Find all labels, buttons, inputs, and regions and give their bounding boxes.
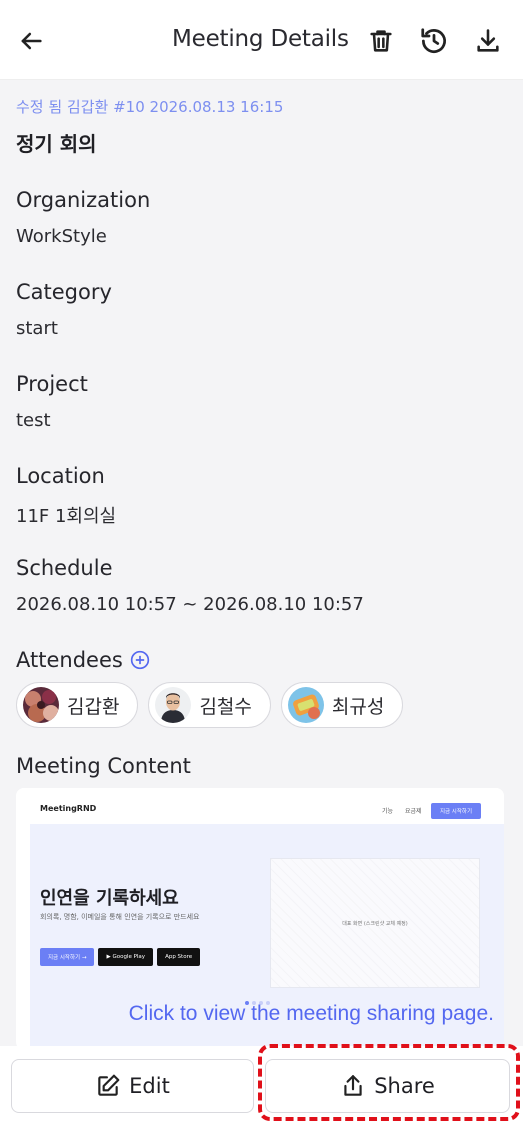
footer-actions: Edit Share <box>0 1046 523 1125</box>
view-sharing-page-link[interactable]: Click to view the meeting sharing page. <box>16 1002 504 1026</box>
schedule-value: 2026.08.10 10:57 ~ 2026.08.10 10:57 <box>16 594 364 615</box>
schedule-label: Schedule <box>16 556 113 580</box>
project-value: test <box>16 410 51 431</box>
organization-label: Organization <box>16 188 151 212</box>
preview-subtext: 회의록, 명함, 이메일을 통해 인연을 기록으로 만드세요 <box>40 913 200 921</box>
history-icon <box>421 28 446 53</box>
preview-google-play-button: ▶ Google Play <box>98 948 154 966</box>
attendee-name: 최규성 <box>331 695 385 718</box>
share-icon <box>344 1075 362 1096</box>
preview-logo: MeetingRND <box>40 804 97 813</box>
download-button[interactable] <box>471 24 505 58</box>
preview-nav-button: 지금 시작하기 <box>431 803 481 819</box>
share-button-label: Share <box>374 1074 435 1098</box>
preview-app-store-button: App Store <box>157 948 201 966</box>
project-label: Project <box>16 372 88 396</box>
location-value: 11F 1회의실 <box>16 506 117 527</box>
pencil-edit-icon <box>98 1074 120 1096</box>
organization-value: WorkStyle <box>16 226 107 247</box>
arrow-left-icon <box>21 32 42 50</box>
attendee-name: 김갑환 <box>67 695 120 718</box>
attendee-list: 김갑환 김철수 최규성 <box>16 682 404 728</box>
preview-headline: 인연을 기록하세요 <box>40 888 179 909</box>
edit-button-label: Edit <box>129 1074 170 1098</box>
preview-nav: MeetingRND 기능 요금제 지금 시작하기 <box>16 788 504 824</box>
avatar <box>23 687 59 723</box>
meeting-content-preview[interactable]: MeetingRND 기능 요금제 지금 시작하기 인연을 기록하세요 회의록,… <box>16 788 504 1046</box>
download-icon <box>477 29 499 52</box>
preview-screenshot-placeholder: 대표 화면 (스크린샷 교체 예정) <box>270 858 480 988</box>
back-button[interactable] <box>14 24 48 58</box>
attendees-header: Attendees <box>16 648 151 672</box>
share-button[interactable]: Share <box>265 1059 510 1113</box>
attendee-chip[interactable]: 김갑환 <box>16 682 139 728</box>
meeting-title: 정기 회의 <box>16 132 97 156</box>
attendees-label: Attendees <box>16 648 123 672</box>
plus-circle-icon <box>130 650 149 670</box>
preview-start-button: 지금 시작하기 → <box>40 948 95 966</box>
preview-menu-item: 요금제 <box>405 808 422 815</box>
category-value: start <box>16 318 58 339</box>
add-attendee-button[interactable] <box>129 649 151 671</box>
meeting-details-content[interactable]: 수정 됨 김갑환 #10 2026.08.13 16:15 정기 회의 Orga… <box>0 80 523 1046</box>
preview-screenshot-text: 대표 화면 (스크린샷 교체 예정) <box>342 920 408 927</box>
attendee-chip[interactable]: 김철수 <box>148 682 271 728</box>
modified-info: 수정 됨 김갑환 #10 2026.08.13 16:15 <box>16 98 284 116</box>
history-button[interactable] <box>417 24 451 58</box>
avatar <box>155 687 192 723</box>
attendee-name: 김철수 <box>199 695 252 718</box>
page-title: Meeting Details <box>172 26 349 52</box>
avatar <box>287 687 324 723</box>
meeting-content-label: Meeting Content <box>16 754 191 778</box>
preview-buttons: 지금 시작하기 → ▶ Google Play App Store <box>40 948 201 966</box>
trash-icon <box>370 30 392 52</box>
delete-button[interactable] <box>364 24 398 58</box>
location-label: Location <box>16 464 105 488</box>
app-header: Meeting Details <box>0 0 523 80</box>
edit-button[interactable]: Edit <box>11 1059 254 1113</box>
preview-menu-item: 기능 <box>382 808 394 815</box>
category-label: Category <box>16 280 112 304</box>
attendee-chip[interactable]: 최규성 <box>280 682 404 728</box>
